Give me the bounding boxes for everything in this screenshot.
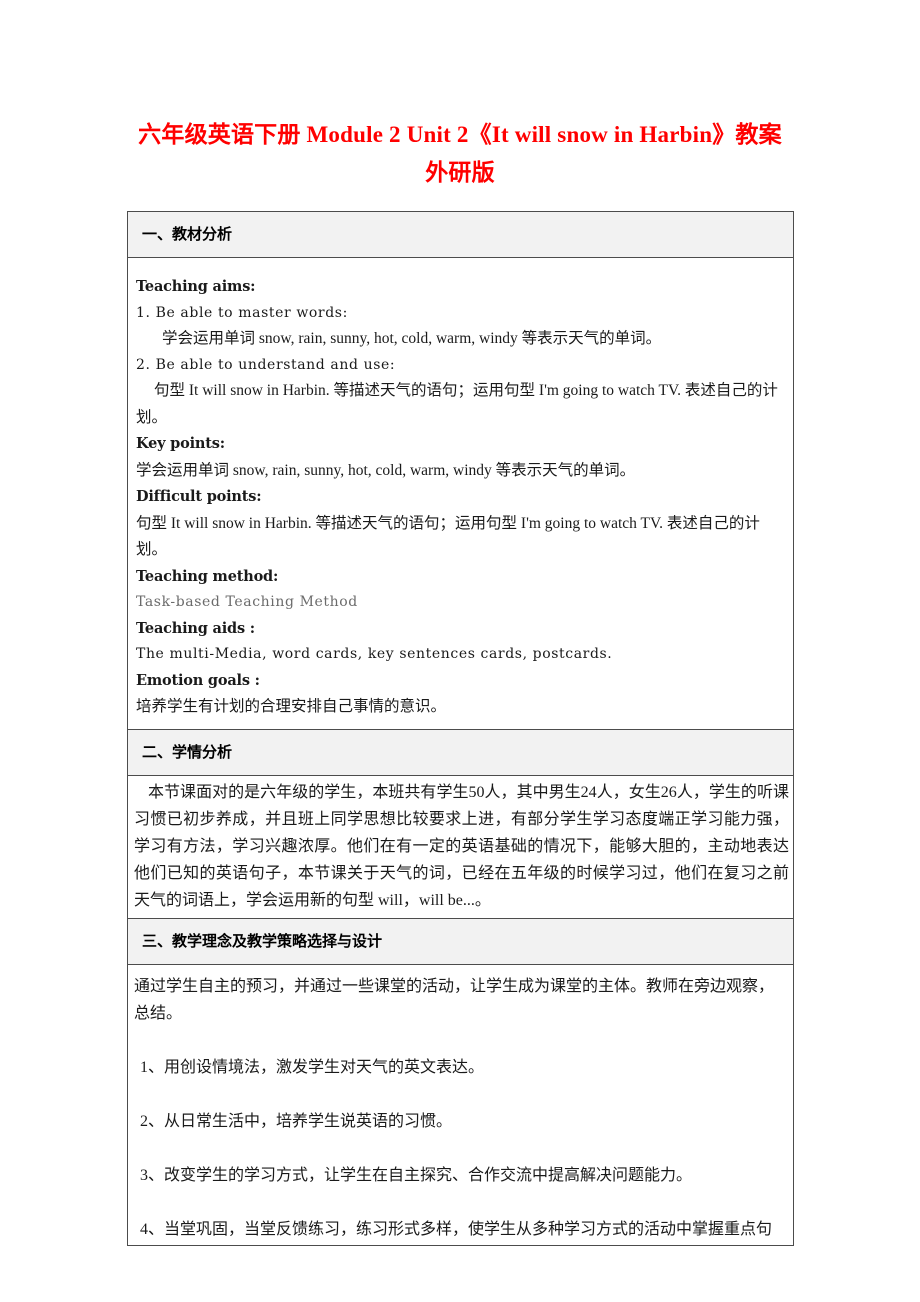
section-header-teaching-material-analysis: 一、教材分析 — [127, 211, 794, 258]
difficult-points-text: 句型 It will snow in Harbin. 等描述天气的语句；运用句型… — [136, 514, 760, 559]
teaching-aids-text: The multi-Media, word cards, key sentenc… — [136, 646, 613, 662]
table-row: 三、教学理念及教学策略选择与设计 — [127, 917, 794, 965]
lesson-plan-table: 一、教材分析 Teaching aims: 1. Be able to mast… — [127, 211, 794, 1246]
table-row: 一、教材分析 — [127, 211, 794, 258]
key-points-text: 学会运用单词 snow, rain, sunny, hot, cold, war… — [136, 461, 636, 479]
emotion-goals-label: Emotion goals : — [136, 671, 260, 689]
section-header-label: 二、学情分析 — [142, 743, 233, 761]
strategy-item-2: 2、从日常生活中，培养学生说英语的习惯。 — [140, 1112, 453, 1130]
teaching-method-text: Task-based Teaching Method — [136, 594, 358, 610]
teaching-aims-item-2-detail: 句型 It will snow in Harbin. 等描述天气的语句；运用句型… — [136, 382, 778, 426]
table-row: Teaching aims: 1. Be able to master word… — [127, 257, 794, 730]
section-body-student-situation-analysis: 本节课面对的是六年级的学生，本班共有学生50人，其中男生24人，女生26人，学生… — [127, 774, 794, 919]
teaching-aims-item-2: 2. Be able to understand and use: — [136, 356, 396, 373]
difficult-points-label: Difficult points: — [136, 488, 262, 505]
document-page: 六年级英语下册 Module 2 Unit 2《It will snow in … — [0, 0, 920, 1302]
emotion-goals-text: 培养学生有计划的合理安排自己事情的意识。 — [136, 698, 447, 715]
title-line-primary: 六年级英语下册 Module 2 Unit 2《It will snow in … — [138, 122, 782, 147]
title-line-secondary: 外研版 — [425, 160, 495, 185]
strategy-item-3: 3、改变学生的学习方式，让学生在自主探究、合作交流中提高解决问题能力。 — [140, 1166, 693, 1184]
strategy-item-1: 1、用创设情境法，激发学生对天气的英文表达。 — [140, 1058, 485, 1076]
key-points-label: Key points: — [136, 435, 225, 452]
strategy-intro-paragraph: 通过学生自主的预习，并通过一些课堂的活动，让学生成为课堂的主体。教师在旁边观察，… — [134, 977, 775, 1022]
teaching-aims-item-1-detail: 学会运用单词 snow, rain, sunny, hot, cold, war… — [162, 330, 662, 347]
section-header-student-situation-analysis: 二、学情分析 — [127, 728, 794, 776]
teaching-aims-item-1: 1. Be able to master words: — [136, 304, 348, 321]
section-body-teaching-philosophy-and-strategy: 通过学生自主的预习，并通过一些课堂的活动，让学生成为课堂的主体。教师在旁边观察，… — [127, 963, 794, 1246]
teaching-aims-label: Teaching aims: — [136, 278, 256, 295]
table-row: 通过学生自主的预习，并通过一些课堂的活动，让学生成为课堂的主体。教师在旁边观察，… — [127, 963, 794, 1246]
table-row: 二、学情分析 — [127, 728, 794, 776]
section-header-label: 三、教学理念及教学策略选择与设计 — [142, 932, 383, 950]
table-row: 本节课面对的是六年级的学生，本班共有学生50人，其中男生24人，女生26人，学生… — [127, 774, 794, 919]
section-header-label: 一、教材分析 — [142, 226, 233, 243]
teaching-method-label: Teaching method: — [136, 567, 279, 585]
teaching-aids-label: Teaching aids : — [136, 619, 255, 637]
section-body-teaching-material-analysis: Teaching aims: 1. Be able to master word… — [127, 257, 794, 730]
strategy-item-4: 4、当堂巩固，当堂反馈练习，练习形式多样，使学生从多种学习方式的活动中掌握重点句 — [140, 1220, 773, 1238]
section-header-teaching-philosophy-and-strategy: 三、教学理念及教学策略选择与设计 — [127, 917, 794, 965]
document-title: 六年级英语下册 Module 2 Unit 2《It will snow in … — [127, 116, 793, 192]
student-situation-paragraph: 本节课面对的是六年级的学生，本班共有学生50人，其中男生24人，女生26人，学生… — [134, 783, 789, 909]
